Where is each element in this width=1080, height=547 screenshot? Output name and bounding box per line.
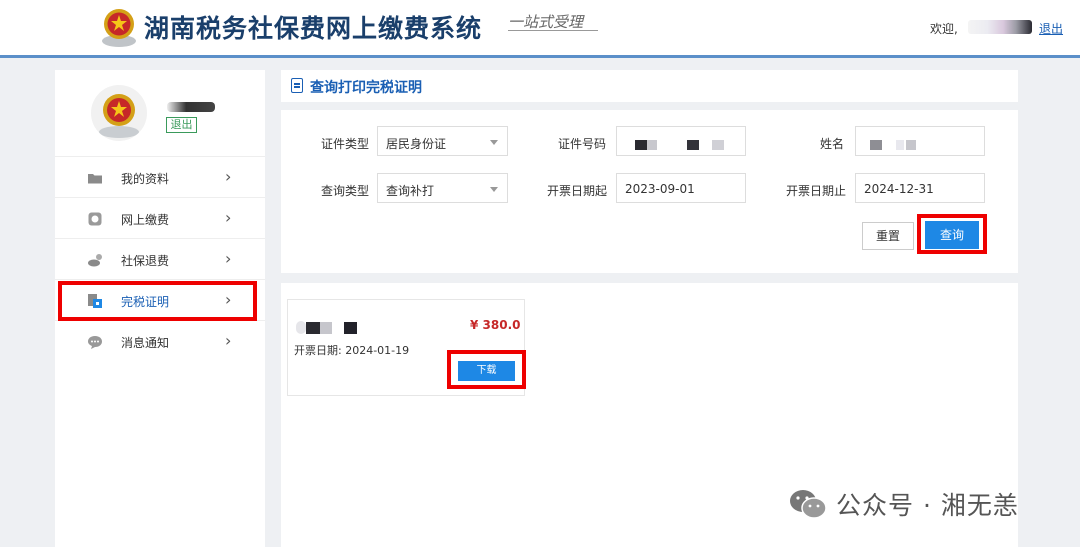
chevron-right-icon: ›	[225, 249, 232, 268]
start-date-label: 开票日期起	[547, 184, 608, 198]
sidebar-menu: 我的资料 › 网上缴费 › 社保退费 › 完税证明 › 消息通知 ›	[55, 156, 265, 361]
section-header: 查询打印完税证明	[281, 70, 1018, 102]
slogan-underline	[508, 30, 598, 31]
sidebar-logout-button[interactable]: 退出	[166, 117, 197, 133]
slogan: 一站式受理	[508, 13, 584, 31]
redacted-block	[906, 140, 916, 150]
id-type-label: 证件类型	[321, 137, 370, 151]
redacted-block	[647, 140, 657, 150]
end-date-label: 开票日期止	[786, 184, 847, 198]
start-date-field[interactable]: 2023-09-01	[616, 173, 746, 203]
id-number-label: 证件号码	[558, 137, 607, 151]
redacted-block	[712, 140, 724, 150]
sidebar-item-label: 社保退费	[121, 254, 170, 268]
end-date-field[interactable]: 2024-12-31	[855, 173, 985, 203]
username-redacted	[968, 20, 1032, 34]
welcome-text: 欢迎,	[930, 22, 958, 36]
redacted-block	[896, 140, 904, 150]
chevron-right-icon: ›	[225, 331, 232, 350]
query-type-select[interactable]: 查询补打	[377, 173, 508, 203]
reset-button[interactable]: 重置	[862, 222, 914, 250]
start-date-value: 2023-09-01	[625, 182, 695, 196]
chevron-right-icon: ›	[225, 167, 232, 186]
page-title: 查询打印完税证明	[310, 80, 422, 96]
highlight-box	[917, 214, 987, 254]
highlight-box	[447, 350, 526, 389]
message-icon	[88, 336, 102, 349]
site-title: 湖南税务社保费网上缴费系统	[144, 14, 483, 43]
redacted-block	[870, 140, 882, 150]
payment-icon	[88, 212, 102, 226]
watermark-text: 公众号 · 湘无恙	[836, 491, 1019, 520]
amount-value: ¥ 380.0	[470, 318, 521, 332]
id-number-field[interactable]	[616, 126, 746, 156]
sidebar-item-label: 网上缴费	[121, 213, 170, 227]
chevron-down-icon	[490, 140, 498, 145]
sidebar-item-online-payment[interactable]: 网上缴费 ›	[55, 197, 265, 238]
end-date-value: 2024-12-31	[864, 182, 934, 196]
chevron-right-icon: ›	[225, 208, 232, 227]
sidebar-item-label: 消息通知	[121, 336, 170, 350]
sidebar-item-label: 我的资料	[121, 172, 170, 186]
avatar	[91, 85, 147, 141]
logout-link[interactable]: 退出	[1039, 20, 1063, 37]
name-field[interactable]	[855, 126, 985, 156]
wechat-icon	[790, 490, 827, 519]
national-emblem-icon	[102, 9, 136, 47]
redacted-block	[687, 140, 699, 150]
refund-icon	[88, 254, 102, 267]
clipboard-icon	[291, 78, 303, 93]
sidebar-item-refund[interactable]: 社保退费 ›	[55, 238, 265, 279]
id-type-select[interactable]: 居民身份证	[377, 126, 508, 156]
highlight-box	[58, 281, 257, 321]
username-redacted	[167, 102, 215, 112]
query-type-label: 查询类型	[321, 184, 370, 198]
redacted-block	[296, 321, 357, 334]
chevron-down-icon	[490, 187, 498, 192]
sidebar-item-messages[interactable]: 消息通知 ›	[55, 320, 265, 361]
folder-icon	[88, 174, 102, 184]
sidebar-item-my-profile[interactable]: 我的资料 ›	[55, 156, 265, 197]
redacted-block	[635, 140, 647, 150]
top-header: 湖南税务社保费网上缴费系统 一站式受理 欢迎, 退出	[0, 0, 1080, 58]
id-type-value: 居民身份证	[386, 137, 447, 151]
query-type-value: 查询补打	[386, 184, 435, 198]
issue-date: 开票日期: 2024-01-19	[294, 344, 410, 357]
name-label: 姓名	[820, 137, 845, 151]
